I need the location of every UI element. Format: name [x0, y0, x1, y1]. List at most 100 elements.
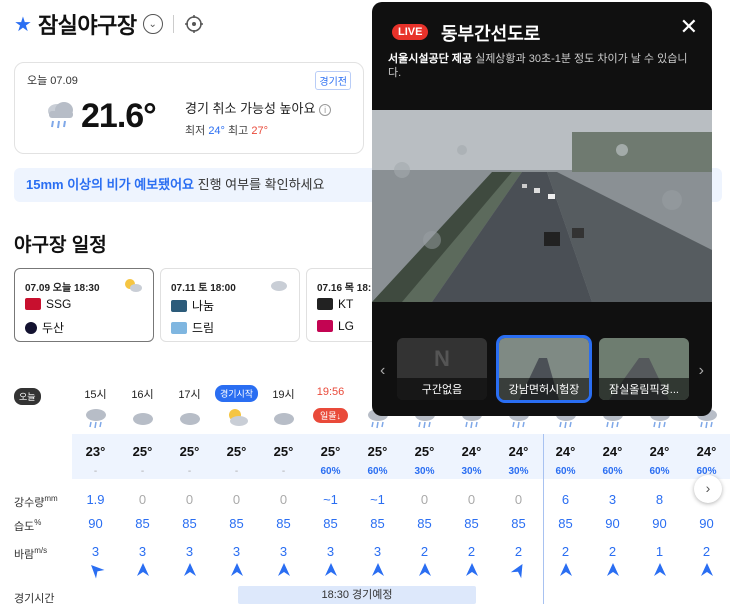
- cloud-icon: [274, 413, 294, 425]
- humidity-value: 85: [323, 516, 338, 531]
- day-divider: [543, 434, 544, 604]
- cloud-icon: [180, 413, 200, 425]
- precip-prob: 60%: [555, 466, 576, 477]
- scroll-right-button[interactable]: ›: [694, 475, 722, 503]
- hour-temp: 24°: [461, 444, 482, 459]
- rain-notice-text: 진행 여부를 확인하세요: [194, 177, 325, 192]
- wind-speed: 3: [373, 544, 382, 559]
- hour-temp: 25°: [179, 444, 200, 459]
- chevron-down-icon[interactable]: ⌄: [142, 14, 163, 34]
- wind-direction-icon: [184, 563, 196, 576]
- precip-prob: 60%: [320, 466, 341, 477]
- wind-label: 바람m/s: [14, 546, 47, 562]
- game-date: 07.16 목 18:: [317, 283, 372, 294]
- precip-prob: 60%: [367, 466, 388, 477]
- today-pill: 오늘: [14, 388, 41, 405]
- game-date: 07.11 토 18:00: [171, 283, 236, 294]
- humidity-value: 90: [88, 516, 103, 531]
- team-name: LG: [338, 319, 355, 333]
- road-name: 동부간선도로: [441, 24, 541, 44]
- humidity-value: 85: [276, 516, 291, 531]
- wind-speed: 3: [185, 544, 194, 559]
- min-temp: 24°: [208, 125, 225, 137]
- rain-amount: 0: [514, 492, 523, 507]
- hour-temp: 24°: [649, 444, 670, 459]
- game-card[interactable]: 07.11 토 18:00 나눔 드림: [160, 268, 300, 342]
- rain-amount: 0: [420, 492, 429, 507]
- hour-column: 17시 25° - 0 85 3: [166, 380, 213, 612]
- camera-thumb[interactable]: 강남면허시험장: [496, 335, 592, 403]
- favorite-star-icon[interactable]: ★: [14, 12, 32, 37]
- team-logo-icon: [317, 298, 333, 310]
- hour-label: 19:56: [316, 386, 345, 398]
- precip-prob: -: [140, 466, 145, 477]
- next-camera-icon[interactable]: ›: [699, 362, 704, 380]
- rain-amount: 0: [232, 492, 241, 507]
- prev-camera-icon[interactable]: ‹: [380, 362, 385, 380]
- wind-direction-icon: [560, 563, 572, 576]
- wind-unit: m/s: [34, 546, 48, 555]
- hour-temp: 24°: [602, 444, 623, 459]
- wind-speed: 3: [326, 544, 335, 559]
- wind-direction-icon: [701, 563, 713, 576]
- rain-amount: 8: [655, 492, 664, 507]
- precip-prob: 30%: [414, 466, 435, 477]
- team-row: 나눔: [171, 297, 214, 314]
- precip-prob: -: [187, 466, 192, 477]
- humidity-value: 90: [699, 516, 714, 531]
- humidity-value: 90: [652, 516, 667, 531]
- humidity-value: 90: [605, 516, 620, 531]
- wind-direction-icon: [278, 563, 290, 576]
- team-logo-icon: [317, 320, 333, 332]
- precip-prob: -: [93, 466, 98, 477]
- game-time-label: 경기시간: [14, 593, 55, 605]
- precip-prob: -: [234, 466, 239, 477]
- wind-speed: 2: [702, 544, 711, 559]
- camera-thumb-label: 구간없음: [397, 378, 487, 400]
- wind-direction-icon: [607, 563, 619, 576]
- team-row: SSG: [25, 297, 71, 311]
- team-name: 드림: [192, 321, 215, 335]
- humidity-value: 85: [558, 516, 573, 531]
- cctv-source: 서울시설공단 제공: [388, 53, 473, 65]
- humidity-value: 85: [417, 516, 432, 531]
- location-target-icon[interactable]: [184, 14, 204, 34]
- cancel-note-text: 경기 취소 가능성 높아요: [185, 101, 316, 116]
- current-date: 오늘 07.09: [27, 75, 78, 87]
- camera-thumb[interactable]: 잠실올림픽경...: [599, 338, 689, 400]
- hour-temp: 24°: [555, 444, 576, 459]
- info-icon[interactable]: i: [319, 104, 332, 116]
- sun-cloud-icon: [125, 279, 142, 292]
- camera-thumb[interactable]: N 구간없음: [397, 338, 487, 400]
- humidity-label-text: 습도: [14, 521, 35, 533]
- team-row: KT: [317, 297, 353, 311]
- hour-column: 경기시작 25° - 0 85 3: [213, 380, 260, 612]
- wind-speed: 2: [467, 544, 476, 559]
- humidity-value: 85: [464, 516, 479, 531]
- cctv-popup: LIVE 동부간선도로 ✕ 서울시설공단 제공 실제상황과 30초-1분 정도 …: [372, 2, 712, 416]
- live-badge: LIVE: [392, 24, 429, 40]
- page-title: 잠실야구장: [37, 13, 137, 38]
- precip-prob: 30%: [508, 466, 529, 477]
- rain-amount: 6: [561, 492, 570, 507]
- hour-temp: 24°: [508, 444, 529, 459]
- wind-direction-icon: [137, 563, 149, 576]
- hour-label: 16시: [131, 389, 154, 401]
- no-segment-mark: N: [434, 346, 450, 371]
- hour-temp: 23°: [85, 444, 106, 459]
- min-max-temperature: 최저 24° 최고 27°: [185, 122, 268, 138]
- cloud-icon: [133, 413, 153, 425]
- wind-speed: 3: [138, 544, 147, 559]
- precip-prob: 60%: [602, 466, 623, 477]
- precip-prob: 30%: [461, 466, 482, 477]
- close-icon[interactable]: ✕: [680, 14, 698, 40]
- hour-temp: 25°: [367, 444, 388, 459]
- hour-label: 경기시작: [215, 385, 258, 402]
- precip-prob: 60%: [649, 466, 670, 477]
- divider: [172, 15, 174, 33]
- sunset-badge: 일몰↓: [313, 408, 348, 423]
- hour-temp: 25°: [320, 444, 341, 459]
- rain-cloud-icon: [86, 409, 106, 429]
- camera-thumb-label: 강남면허시험장: [499, 378, 589, 400]
- game-card[interactable]: 07.09 오늘 18:30 SSG 두산: [14, 268, 154, 342]
